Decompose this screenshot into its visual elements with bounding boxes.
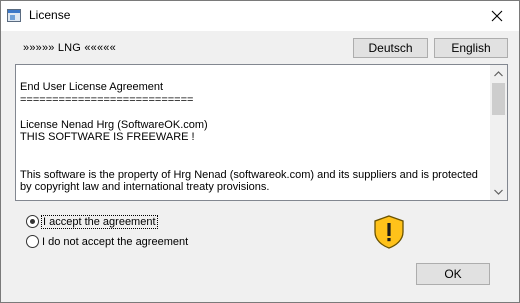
ok-button[interactable]: OK [416,263,490,285]
chevron-down-icon [494,189,503,195]
shield-warning-icon [374,215,404,249]
accept-radio[interactable] [26,215,39,228]
vertical-scrollbar[interactable] [490,65,507,200]
deutsch-button[interactable]: Deutsch [353,38,428,58]
close-button[interactable] [475,1,519,30]
accept-label[interactable]: I accept the agreement [41,214,158,229]
decline-option[interactable]: I do not accept the agreement [26,235,188,248]
language-label: »»»»» LNG ««««« [23,42,116,54]
scroll-thumb[interactable] [492,83,505,115]
license-text-area[interactable]: End User License Agreement =============… [15,64,508,201]
english-button[interactable]: English [434,38,508,58]
app-window-icon [7,9,21,22]
scroll-up-button[interactable] [490,65,507,82]
title-bar[interactable]: License [1,1,519,31]
chevron-up-icon [494,70,503,76]
window-title: License [29,8,71,22]
license-dialog: License »»»»» LNG ««««« Deutsch English … [0,0,520,303]
decline-radio[interactable] [26,235,39,248]
decline-label[interactable]: I do not accept the agreement [42,236,188,248]
accept-option[interactable]: I accept the agreement [26,214,158,229]
close-icon [491,10,503,21]
scroll-down-button[interactable] [490,183,507,200]
license-text: End User License Agreement =============… [20,81,478,193]
